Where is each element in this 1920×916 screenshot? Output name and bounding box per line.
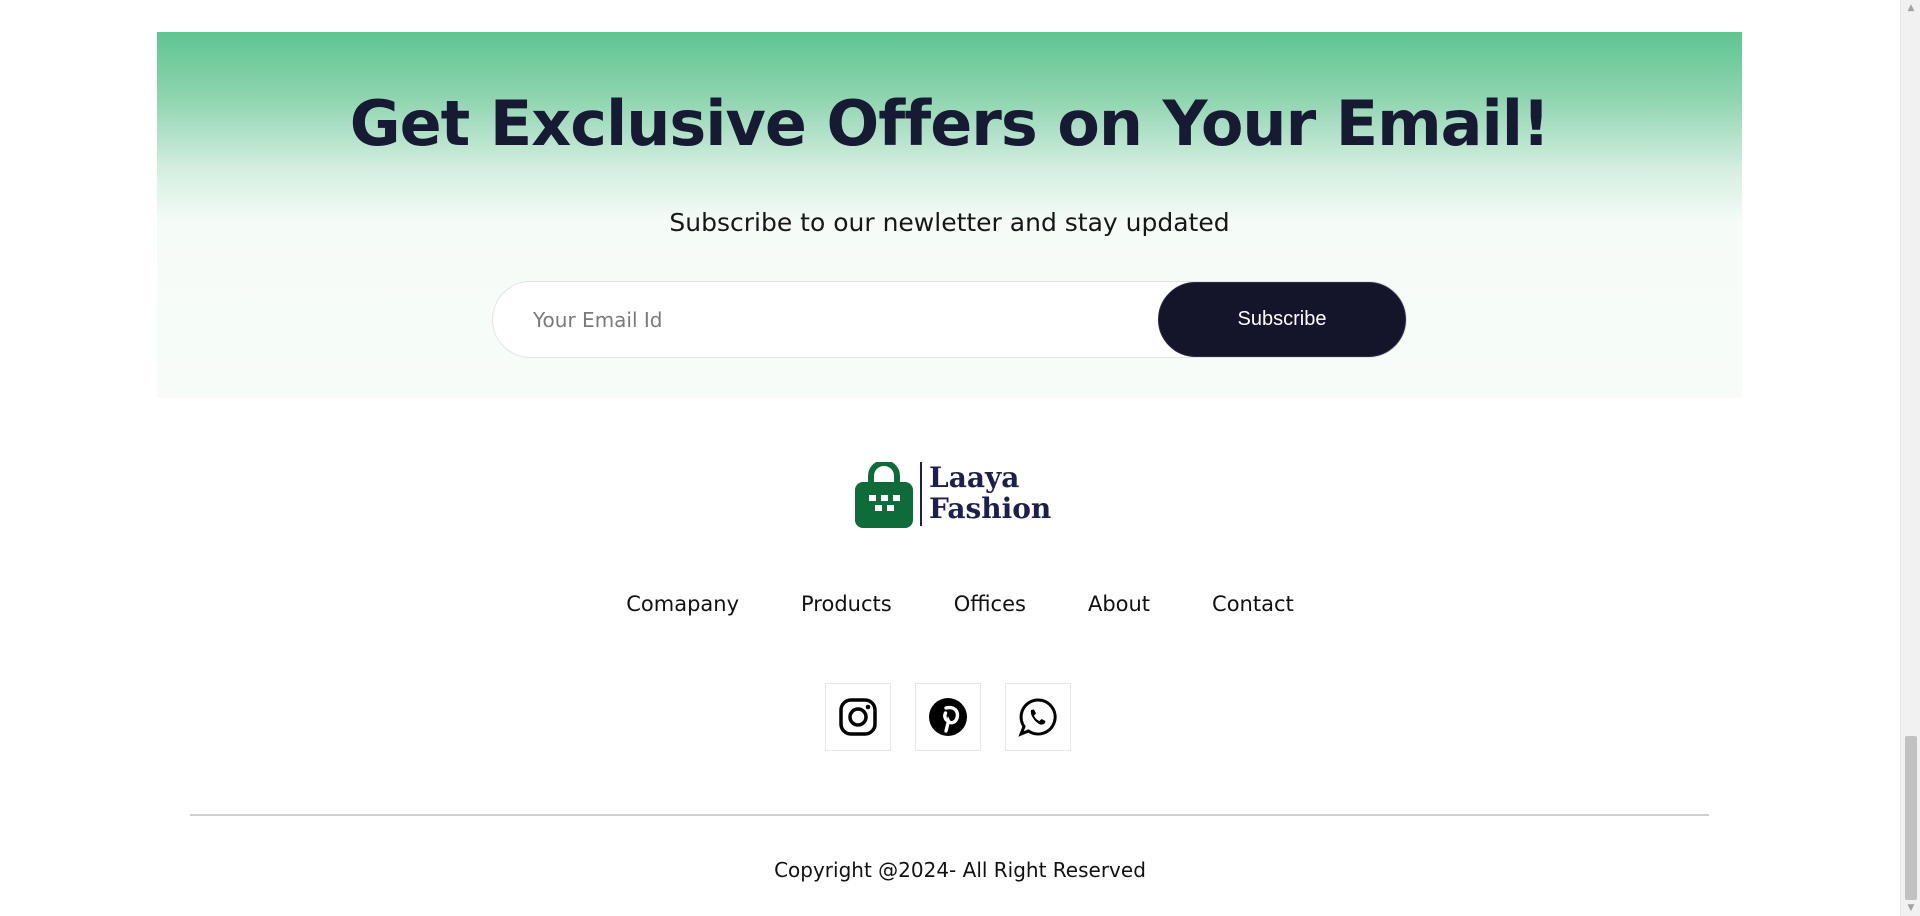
nav-link-about[interactable]: About [1088, 592, 1150, 616]
brand-logo[interactable]: Laaya Fashion [855, 460, 1055, 530]
copyright-text: Copyright @2024- All Right Reserved [774, 858, 1146, 882]
newsletter-title: Get Exclusive Offers on Your Email! [349, 87, 1551, 160]
page-scrollbar[interactable]: ▲ ▼ [1900, 0, 1920, 916]
nav-link-contact[interactable]: Contact [1212, 592, 1294, 616]
pinterest-icon [929, 698, 967, 736]
pinterest-button[interactable] [915, 683, 981, 751]
instagram-button[interactable] [825, 683, 891, 751]
logo-line-2: Fashion [929, 492, 1052, 525]
nav-link-products[interactable]: Products [801, 592, 892, 616]
whatsapp-button[interactable] [1005, 683, 1071, 751]
footer-divider [190, 814, 1709, 816]
footer-nav: Comapany Products Offices About Contact [0, 592, 1920, 616]
page: Get Exclusive Offers on Your Email! Subs… [0, 0, 1920, 916]
scroll-up-arrow-icon[interactable]: ▲ [1901, 0, 1920, 16]
logo-text: Laaya Fashion [929, 462, 1051, 524]
newsletter-section: Get Exclusive Offers on Your Email! Subs… [157, 32, 1742, 398]
logo-line-1: Laaya [929, 461, 1020, 494]
nav-link-offices[interactable]: Offices [954, 592, 1026, 616]
logo-divider [920, 462, 922, 526]
subscribe-form: Subscribe [492, 281, 1407, 358]
subscribe-button[interactable]: Subscribe [1158, 282, 1406, 357]
instagram-icon [839, 698, 877, 736]
whatsapp-icon [1018, 698, 1057, 737]
email-input[interactable] [493, 282, 1173, 357]
social-links [825, 683, 1071, 751]
shopping-bag-icon [855, 462, 913, 528]
newsletter-subtitle: Subscribe to our newletter and stay upda… [669, 208, 1230, 237]
scroll-down-arrow-icon[interactable]: ▼ [1901, 900, 1920, 916]
nav-link-company[interactable]: Comapany [626, 592, 739, 616]
scrollbar-thumb[interactable] [1905, 736, 1917, 900]
